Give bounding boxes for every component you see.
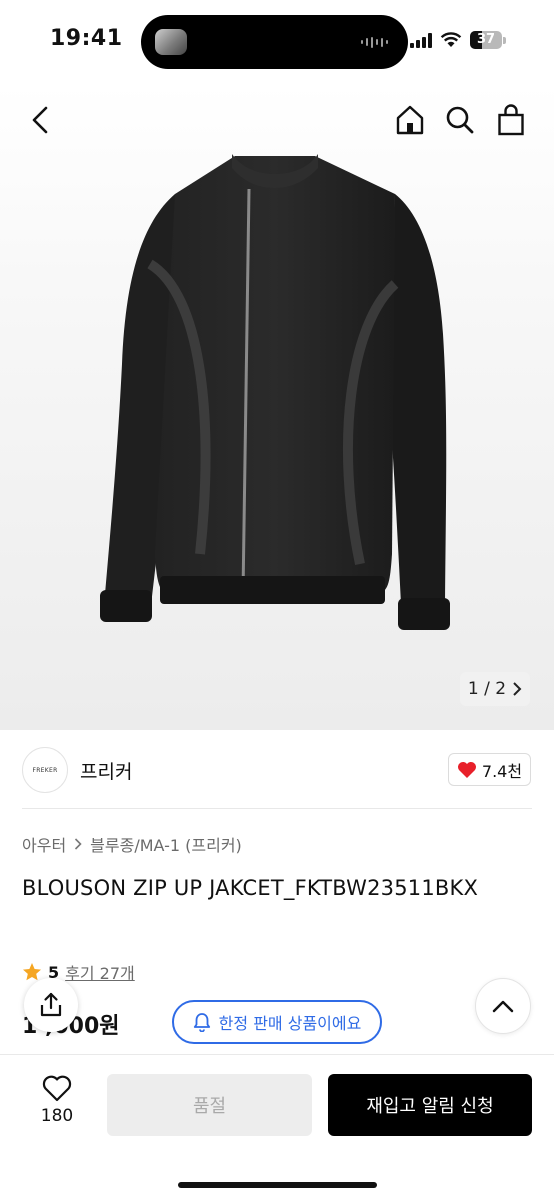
bottom-action-bar: 180 품절 재입고 알림 신청 — [0, 1054, 554, 1200]
status-indicators: 37 — [410, 31, 506, 49]
breadcrumb-subcategory[interactable]: 블루종/MA-1 (프리커) — [90, 832, 242, 856]
dynamic-island — [141, 15, 408, 69]
cellular-signal-icon — [410, 32, 432, 48]
wishlist-count: 180 — [40, 1106, 74, 1126]
image-counter-text: 1 / 2 — [467, 679, 507, 699]
divider — [22, 808, 532, 809]
cart-button[interactable] — [491, 100, 531, 140]
search-icon — [446, 106, 474, 134]
home-indicator — [178, 1182, 377, 1188]
product-title: BLOUSON ZIP UP JAKCET_FKTBW23511BKX — [22, 876, 479, 900]
home-button[interactable] — [390, 100, 430, 140]
image-counter[interactable]: 1 / 2 — [460, 672, 530, 706]
chevron-right-icon — [513, 682, 522, 696]
review-link[interactable]: 후기 27개 — [65, 960, 135, 984]
brand-row[interactable]: FREKER 프리커 7.4천 — [0, 740, 554, 800]
breadcrumb-category[interactable]: 아우터 — [22, 832, 66, 856]
battery-icon: 37 — [470, 31, 502, 49]
brand-logo-text: FREKER — [32, 766, 58, 774]
brand-name[interactable]: 프리커 — [80, 757, 132, 784]
share-button[interactable] — [24, 978, 78, 1032]
brand-like-button[interactable]: 7.4천 — [448, 753, 531, 786]
bell-icon — [193, 1013, 210, 1032]
wishlist-button[interactable]: 180 — [22, 1075, 92, 1139]
limited-sale-badge: 한정 판매 상품이에요 — [172, 1000, 382, 1044]
top-navigation — [0, 90, 554, 150]
share-icon — [40, 992, 62, 1017]
status-time: 19:41 — [50, 26, 123, 51]
heart-outline-icon — [42, 1075, 72, 1102]
now-playing-thumbnail — [155, 29, 187, 55]
scroll-to-top-button[interactable] — [475, 978, 531, 1034]
restock-alert-button[interactable]: 재입고 알림 신청 — [328, 1074, 532, 1136]
chevron-left-icon — [32, 106, 48, 134]
audio-waveform-icon — [361, 36, 388, 48]
brand-like-count: 7.4천 — [481, 761, 523, 781]
back-button[interactable] — [20, 100, 60, 140]
heart-filled-icon — [457, 761, 476, 778]
breadcrumb: 아우터 블루종/MA-1 (프리커) — [22, 832, 242, 856]
chevron-up-icon — [492, 1000, 514, 1013]
search-button[interactable] — [440, 100, 480, 140]
product-image-carousel[interactable]: 1 / 2 — [0, 84, 554, 730]
limited-sale-text: 한정 판매 상품이에요 — [218, 1014, 362, 1033]
battery-level: 37 — [476, 32, 496, 47]
chevron-right-icon — [75, 838, 82, 850]
wifi-icon — [440, 32, 462, 47]
jacket-image — [100, 154, 450, 630]
shopping-bag-icon — [498, 104, 524, 136]
soldout-button[interactable]: 품절 — [107, 1074, 312, 1136]
status-bar: 19:41 37 — [0, 0, 554, 84]
home-icon — [396, 105, 424, 135]
star-icon — [23, 963, 41, 981]
brand-logo[interactable]: FREKER — [22, 747, 68, 793]
